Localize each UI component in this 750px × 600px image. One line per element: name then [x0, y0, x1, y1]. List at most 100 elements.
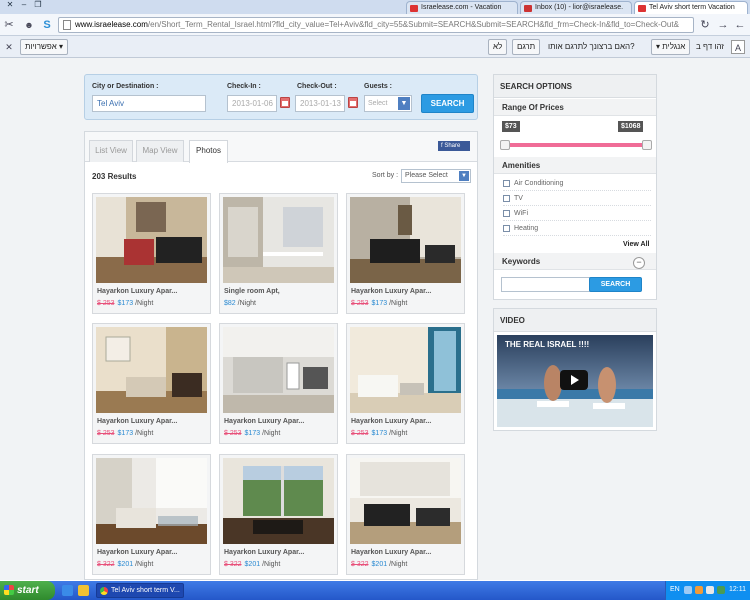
listing-photo[interactable]: [223, 458, 334, 544]
language-indicator[interactable]: EN: [670, 586, 680, 593]
per-night: /Night: [135, 561, 154, 568]
amenity-tv[interactable]: TV: [503, 194, 651, 206]
listing-card[interactable]: Hayarkon Luxury Apar... $ 322 $201 /Night: [346, 454, 465, 575]
update-icon[interactable]: [717, 586, 725, 594]
wrench-icon[interactable]: ✂: [2, 18, 16, 32]
listing-photo[interactable]: [96, 458, 207, 544]
start-button[interactable]: start: [0, 581, 55, 600]
checkin-input[interactable]: 2013-01-06: [227, 95, 277, 112]
forward-icon[interactable]: →: [716, 18, 730, 32]
listing-title[interactable]: Hayarkon Luxury Apar...: [97, 549, 177, 556]
ie-icon[interactable]: [62, 585, 73, 596]
listing-card[interactable]: Hayarkon Luxury Apar... $ 253 $173 /Night: [219, 323, 338, 444]
amenity-wifi[interactable]: WiFi: [503, 209, 651, 221]
address-bar[interactable]: www.israelease.com/en/Short_Term_Rental_…: [58, 17, 694, 33]
listing-card[interactable]: Hayarkon Luxury Apar... $ 253 $173 /Night: [92, 193, 211, 314]
listing-title[interactable]: Single room Apt,: [224, 288, 280, 295]
tab-list-view[interactable]: List View: [89, 140, 133, 162]
listing-title[interactable]: Hayarkon Luxury Apar...: [97, 288, 177, 295]
listing-photo[interactable]: [350, 197, 461, 283]
browser-tab-active[interactable]: Tel Aviv short term Vacation: [634, 1, 748, 14]
back-icon[interactable]: ←: [733, 18, 747, 32]
listing-photo[interactable]: [96, 327, 207, 413]
skype-icon[interactable]: S: [40, 18, 54, 32]
address-path: /en/Short_Term_Rental_Israel.html?fld_ci…: [147, 20, 679, 29]
user-icon[interactable]: ☻: [22, 18, 36, 32]
never-translate-button[interactable]: לא: [488, 39, 508, 55]
listing-title[interactable]: Hayarkon Luxury Apar...: [351, 288, 431, 295]
listing-title[interactable]: Hayarkon Luxury Apar...: [351, 418, 431, 425]
page-icon: [63, 20, 71, 30]
listing-price: $ 322 $201 /Night: [224, 561, 280, 568]
collapse-icon[interactable]: −: [633, 257, 645, 269]
calendar-icon[interactable]: [348, 97, 358, 108]
listing-card[interactable]: Hayarkon Luxury Apar... $ 322 $201 /Night: [219, 454, 338, 575]
options-button[interactable]: אפשרויות ▾: [20, 39, 69, 55]
guests-value: Select: [368, 100, 388, 107]
per-night: /Night: [135, 430, 154, 437]
keywords-label: Keywords: [494, 253, 656, 270]
city-input[interactable]: Tel Aviv: [92, 95, 206, 112]
price-min-handle[interactable]: [500, 140, 510, 150]
listing-photo[interactable]: [223, 197, 334, 283]
old-price: $ 253: [97, 430, 115, 437]
system-tray: EN 12:11: [665, 581, 750, 600]
current-price: $173: [117, 300, 134, 307]
video-player[interactable]: THE REAL ISRAEL !!!!: [497, 335, 653, 427]
listing-photo[interactable]: [223, 327, 334, 413]
keywords-search-button[interactable]: SEARCH: [589, 277, 642, 292]
site-favicon-icon: [410, 5, 418, 12]
listing-photo[interactable]: [350, 458, 461, 544]
amenity-air-conditioning[interactable]: Air Conditioning: [503, 179, 651, 191]
listing-card[interactable]: Hayarkon Luxury Apar... $ 253 $173 /Night: [346, 323, 465, 444]
search-button[interactable]: SEARCH: [421, 94, 474, 113]
listing-title[interactable]: Hayarkon Luxury Apar...: [224, 418, 304, 425]
per-night: /Night: [389, 430, 408, 437]
checkbox[interactable]: [503, 225, 510, 232]
reload-icon[interactable]: ↻: [698, 18, 712, 32]
folder-icon[interactable]: [78, 585, 89, 596]
sort-select[interactable]: Please Select ▼: [401, 169, 471, 183]
listing-card[interactable]: Hayarkon Luxury Apar... $ 253 $173 /Night: [346, 193, 465, 314]
listing-title[interactable]: Hayarkon Luxury Apar...: [224, 549, 304, 556]
price-max-handle[interactable]: [642, 140, 652, 150]
listing-photo[interactable]: [350, 327, 461, 413]
listing-title[interactable]: Hayarkon Luxury Apar...: [97, 418, 177, 425]
shield-icon[interactable]: [695, 586, 703, 594]
view-all-link[interactable]: View All: [623, 241, 649, 248]
amenity-label: TV: [514, 195, 523, 202]
listing-photo[interactable]: [96, 197, 207, 283]
listing-card[interactable]: Hayarkon Luxury Apar... $ 253 $173 /Night: [92, 323, 211, 444]
listing-title[interactable]: Hayarkon Luxury Apar...: [351, 549, 431, 556]
listing-card[interactable]: Hayarkon Luxury Apar... $ 322 $201 /Night: [92, 454, 211, 575]
close-window-icon[interactable]: ✕: [4, 0, 16, 10]
keywords-input[interactable]: [501, 277, 591, 292]
minimize-icon[interactable]: –: [18, 0, 30, 10]
facebook-share-button[interactable]: f Share: [438, 141, 470, 151]
play-icon[interactable]: [560, 370, 588, 390]
checkbox[interactable]: [503, 210, 510, 217]
checkin-label: Check-In :: [227, 83, 261, 90]
tab-photos[interactable]: Photos: [189, 140, 228, 163]
language-select[interactable]: ▾ אנגלית: [651, 39, 691, 55]
volume-icon[interactable]: [706, 586, 714, 594]
listing-card[interactable]: Single room Apt, $82 /Night: [219, 193, 338, 314]
tab-map-view[interactable]: Map View: [136, 140, 184, 162]
close-icon[interactable]: ✕: [2, 40, 16, 54]
network-icon[interactable]: [684, 586, 692, 594]
amenity-heating[interactable]: Heating: [503, 224, 651, 236]
translate-button[interactable]: תרגם: [512, 39, 541, 55]
checkbox[interactable]: [503, 195, 510, 202]
checkout-input[interactable]: 2013-01-13: [295, 95, 345, 112]
browser-tab[interactable]: Israelease.com - Vacation: [406, 1, 518, 14]
current-price: $201: [371, 561, 388, 568]
listing-price: $ 253 $173 /Night: [97, 430, 153, 437]
browser-tab[interactable]: Inbox (10) - lior@israelease.: [520, 1, 632, 14]
guests-select[interactable]: Select ▼: [364, 95, 412, 112]
calendar-icon[interactable]: [280, 97, 290, 108]
checkbox[interactable]: [503, 180, 510, 187]
price-range-track[interactable]: [504, 143, 651, 147]
task-label: Tel Aviv short term V...: [111, 587, 180, 594]
restore-icon[interactable]: ❐: [32, 0, 44, 10]
taskbar-window-button[interactable]: Tel Aviv short term V...: [96, 583, 184, 598]
